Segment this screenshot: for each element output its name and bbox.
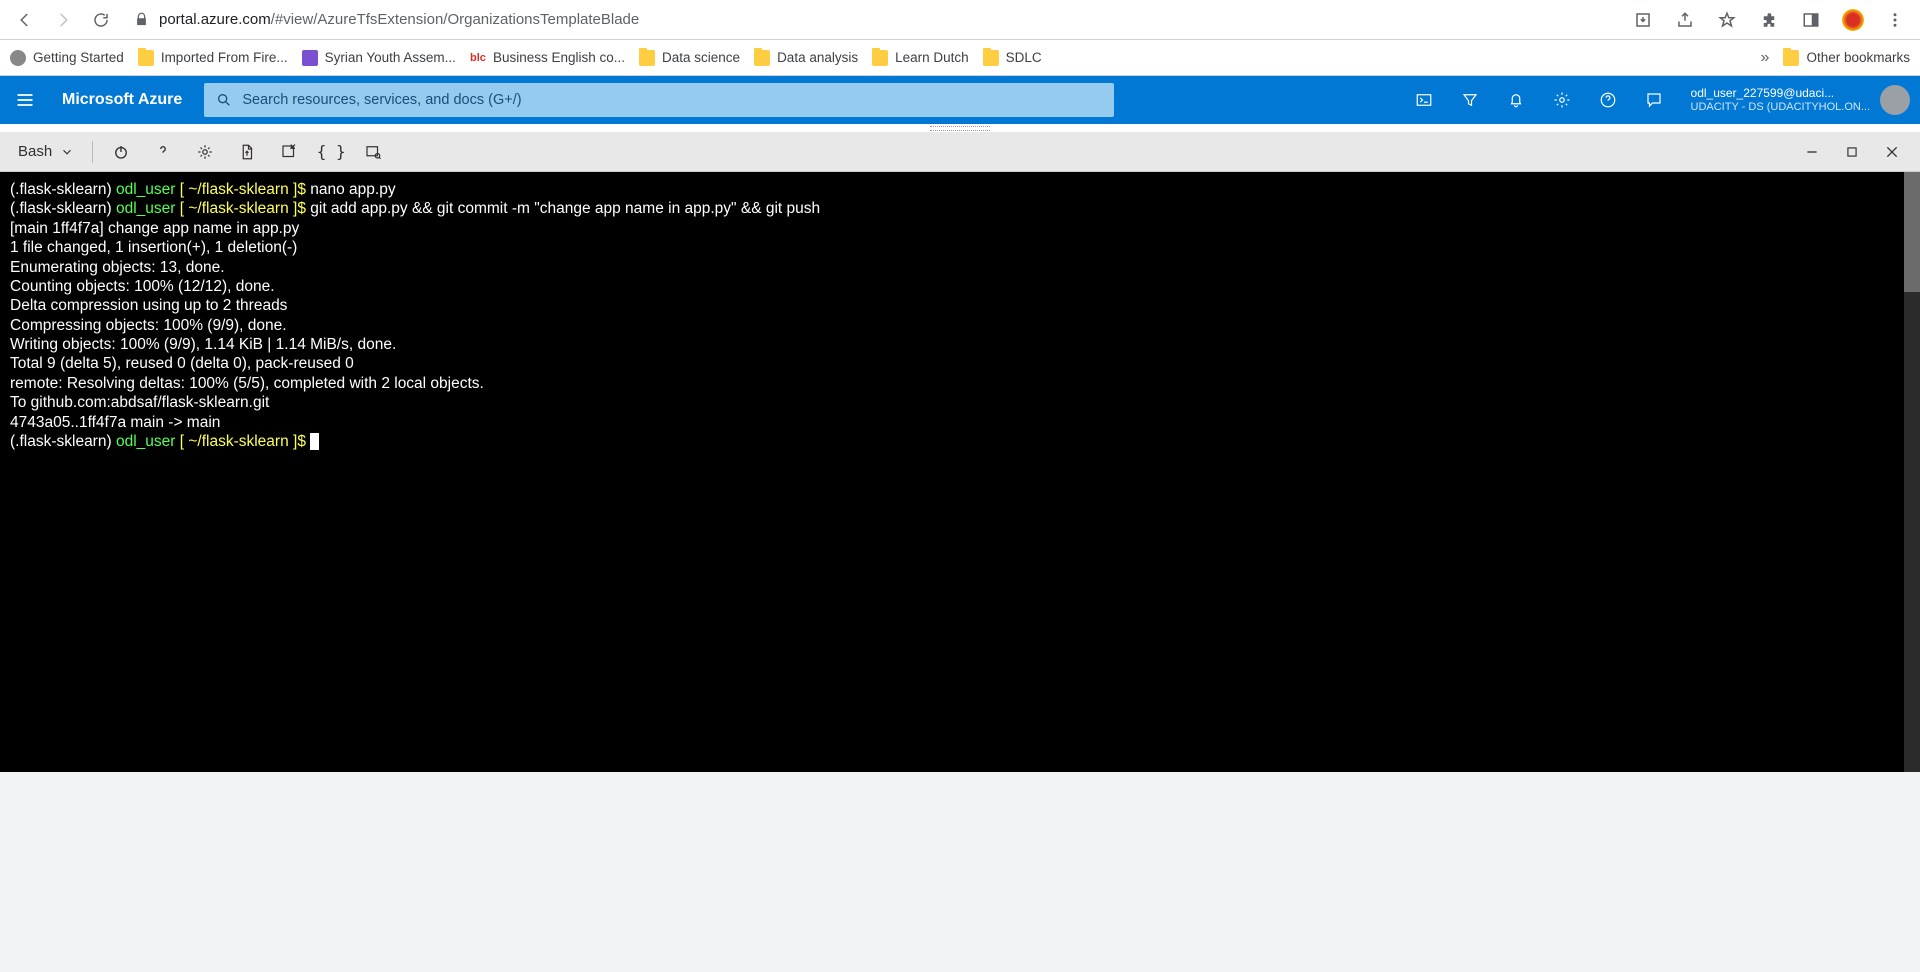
feedback-button[interactable] <box>1631 76 1677 124</box>
help-icon <box>154 143 172 161</box>
maximize-icon <box>1845 145 1859 159</box>
azure-search[interactable]: Search resources, services, and docs (G+… <box>204 83 1114 117</box>
new-window-icon <box>280 143 298 161</box>
preview-icon <box>364 143 382 161</box>
bell-icon <box>1507 91 1525 109</box>
bookmark-data-science[interactable]: Data science <box>639 50 740 66</box>
folder-icon <box>138 50 154 66</box>
share-icon <box>1676 11 1694 29</box>
folder-icon <box>639 50 655 66</box>
directories-button[interactable] <box>1447 76 1493 124</box>
search-icon <box>216 92 232 108</box>
lock-icon <box>134 12 149 27</box>
arrow-left-icon <box>16 11 34 29</box>
chevron-down-icon <box>60 145 74 159</box>
file-upload-icon <box>238 143 256 161</box>
folder-icon <box>872 50 888 66</box>
back-button[interactable] <box>8 3 42 37</box>
extensions-button[interactable] <box>1752 3 1786 37</box>
editor-button[interactable]: { } <box>313 136 349 168</box>
bookmark-star-button[interactable] <box>1710 3 1744 37</box>
web-preview-button[interactable] <box>355 136 391 168</box>
kebab-icon <box>1886 11 1904 29</box>
chrome-menu-button[interactable] <box>1878 3 1912 37</box>
profile-button[interactable] <box>1836 3 1870 37</box>
arrow-right-icon <box>54 11 72 29</box>
bookmark-getting-started[interactable]: Getting Started <box>10 50 124 66</box>
account-tenant: UDACITY - DS (UDACITYHOL.ON... <box>1691 101 1870 114</box>
terminal-scrollbar[interactable] <box>1904 172 1920 772</box>
bookmark-imported[interactable]: Imported From Fire... <box>138 50 288 66</box>
bookmark-learn-dutch[interactable]: Learn Dutch <box>872 50 969 66</box>
bookmark-business-english[interactable]: blcBusiness English co... <box>470 50 625 66</box>
folder-icon <box>983 50 999 66</box>
globe-icon <box>10 50 26 66</box>
azure-brand[interactable]: Microsoft Azure <box>50 91 204 109</box>
hamburger-icon <box>15 90 35 110</box>
scrollbar-thumb[interactable] <box>1904 172 1920 292</box>
notifications-button[interactable] <box>1493 76 1539 124</box>
forward-button[interactable] <box>46 3 80 37</box>
bookmarks-overflow[interactable]: » <box>1761 49 1770 67</box>
side-panel-button[interactable] <box>1794 3 1828 37</box>
panel-icon <box>1802 11 1820 29</box>
puzzle-icon <box>1760 11 1778 29</box>
install-app-button[interactable] <box>1626 3 1660 37</box>
gear-icon <box>196 143 214 161</box>
settings-button[interactable] <box>1539 76 1585 124</box>
braces-icon: { } <box>317 142 346 161</box>
minimize-icon <box>1804 144 1820 160</box>
close-shell-button[interactable] <box>1874 136 1910 168</box>
install-icon <box>1634 11 1652 29</box>
feedback-icon <box>1645 91 1663 109</box>
minimize-shell-button[interactable] <box>1794 136 1830 168</box>
account-menu[interactable]: odl_user_227599@udaci... UDACITY - DS (U… <box>1677 85 1920 115</box>
reload-button[interactable] <box>84 3 118 37</box>
cloudshell-toolbar: Bash { } <box>0 132 1920 172</box>
address-bar: portal.azure.com/#view/AzureTfsExtension… <box>0 0 1920 40</box>
restart-shell-button[interactable] <box>103 136 139 168</box>
shell-selector[interactable]: Bash <box>10 136 82 168</box>
avatar-icon <box>1880 85 1910 115</box>
upload-download-button[interactable] <box>229 136 265 168</box>
site-icon: blc <box>470 50 486 66</box>
help-icon <box>1599 91 1617 109</box>
shell-help-button[interactable] <box>145 136 181 168</box>
terminal-wrap: (.flask-sklearn) odl_user [ ~/flask-skle… <box>0 172 1920 772</box>
star-icon <box>1718 11 1736 29</box>
share-button[interactable] <box>1668 3 1702 37</box>
url-box[interactable]: portal.azure.com/#view/AzureTfsExtension… <box>122 5 1622 35</box>
url-text: portal.azure.com/#view/AzureTfsExtension… <box>159 11 639 28</box>
bookmarks-bar: Getting Started Imported From Fire... Sy… <box>0 40 1920 76</box>
power-icon <box>112 143 130 161</box>
bookmark-sdlc[interactable]: SDLC <box>983 50 1042 66</box>
folder-icon <box>1783 50 1799 66</box>
shell-settings-button[interactable] <box>187 136 223 168</box>
maximize-shell-button[interactable] <box>1834 136 1870 168</box>
account-email: odl_user_227599@udaci... <box>1691 86 1870 100</box>
help-button[interactable] <box>1585 76 1631 124</box>
gear-icon <box>1553 91 1571 109</box>
hamburger-button[interactable] <box>0 76 50 124</box>
other-bookmarks[interactable]: Other bookmarks <box>1783 50 1910 66</box>
cloudshell-drag-handle[interactable] <box>0 124 1920 132</box>
bookmark-data-analysis[interactable]: Data analysis <box>754 50 858 66</box>
profile-icon <box>1842 9 1864 31</box>
reload-icon <box>92 11 110 29</box>
folder-icon <box>754 50 770 66</box>
search-placeholder: Search resources, services, and docs (G+… <box>242 92 521 108</box>
cloud-shell-button[interactable] <box>1401 76 1447 124</box>
azure-header: Microsoft Azure Search resources, servic… <box>0 76 1920 124</box>
divider <box>92 141 93 163</box>
terminal[interactable]: (.flask-sklearn) odl_user [ ~/flask-skle… <box>0 172 1920 772</box>
bookmark-syrian-youth[interactable]: Syrian Youth Assem... <box>302 50 456 66</box>
filter-icon <box>1461 91 1479 109</box>
cloudshell-icon <box>1415 91 1433 109</box>
site-icon <box>302 50 318 66</box>
close-icon <box>1884 144 1900 160</box>
new-session-button[interactable] <box>271 136 307 168</box>
shell-selector-label: Bash <box>18 143 52 160</box>
